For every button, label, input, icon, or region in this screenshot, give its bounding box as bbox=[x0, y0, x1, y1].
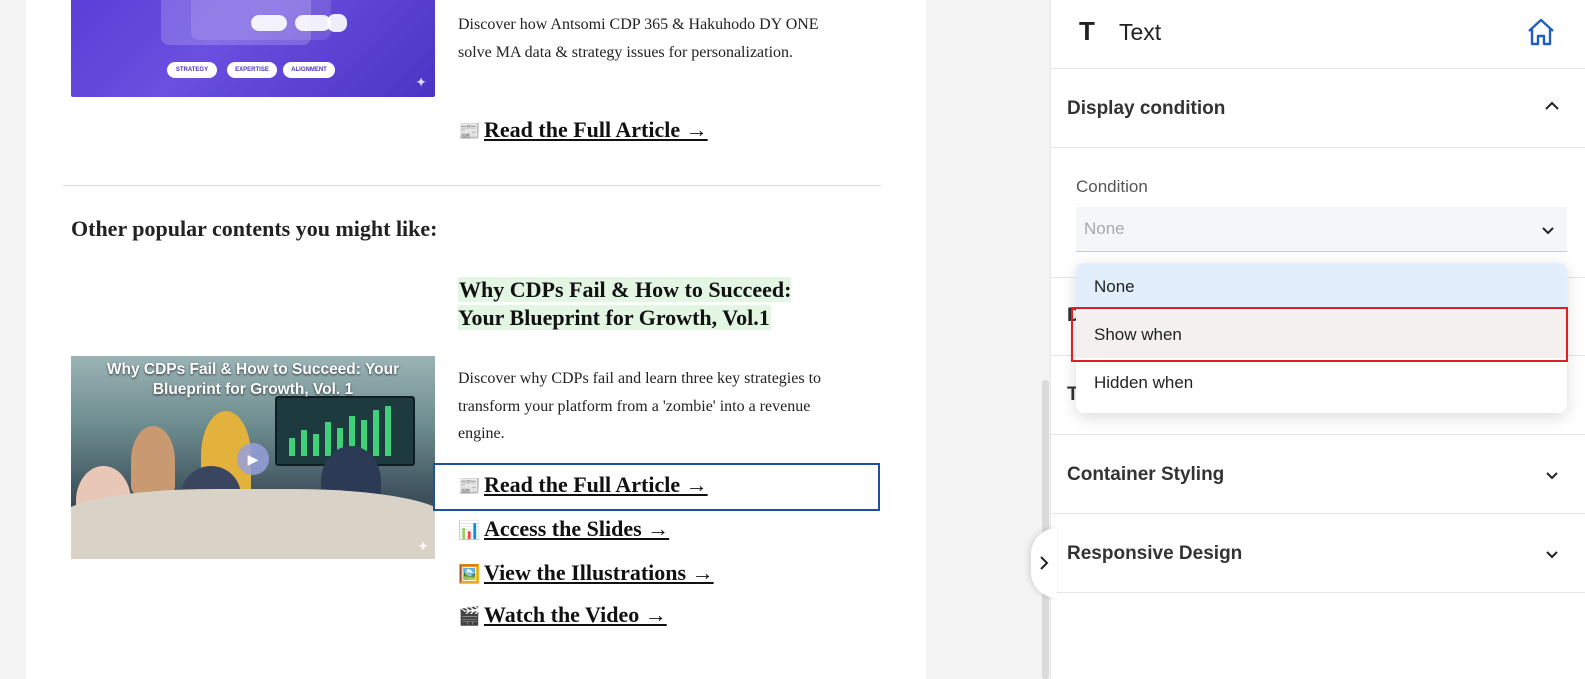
view-illustrations-link[interactable]: 🖼️ View the Illustrations → bbox=[458, 560, 714, 586]
access-slides-link[interactable]: 📊 Access the Slides → bbox=[458, 516, 669, 542]
play-icon[interactable]: ▶ bbox=[237, 443, 269, 475]
chevron-down-icon bbox=[1542, 227, 1554, 235]
article-headline[interactable]: Why CDPs Fail & How to Succeed: Your Blu… bbox=[458, 276, 838, 332]
film-icon: 🎬 bbox=[458, 606, 481, 626]
newspaper-icon: 📰 bbox=[458, 476, 481, 496]
pill-2: EXPERTISE bbox=[235, 67, 269, 73]
picture-icon: 🖼️ bbox=[458, 564, 481, 584]
meeting-table bbox=[71, 489, 435, 559]
panel-title: Text bbox=[1119, 19, 1162, 45]
text-type-icon: T bbox=[1079, 16, 1095, 46]
condition-label: Condition bbox=[1076, 177, 1148, 196]
responsive-design-header[interactable]: Responsive Design bbox=[1051, 514, 1585, 593]
watch-video-link[interactable]: 🎬 Watch the Video → bbox=[458, 602, 667, 628]
article-image-top[interactable]: STRATEGY EXPERTISE ALIGNMENT ✦ bbox=[71, 0, 435, 97]
display-condition-label: Display condition bbox=[1067, 98, 1226, 119]
container-styling-label: Container Styling bbox=[1067, 464, 1225, 485]
display-condition-header[interactable]: Display condition bbox=[1051, 69, 1585, 148]
home-icon[interactable] bbox=[1525, 16, 1557, 48]
pill-3: ALIGNMENT bbox=[291, 67, 327, 73]
container-styling-header[interactable]: Container Styling bbox=[1051, 435, 1585, 514]
chevron-down-icon bbox=[1546, 472, 1558, 480]
newspaper-icon: 📰 bbox=[458, 121, 481, 141]
panel-header: T Text bbox=[1051, 0, 1585, 69]
article-top-read-link[interactable]: 📰 Read the Full Article → bbox=[458, 117, 708, 143]
email-canvas: STRATEGY EXPERTISE ALIGNMENT ✦ Discover … bbox=[26, 0, 926, 679]
condition-select[interactable]: None bbox=[1076, 207, 1567, 252]
bar-chart-icon: 📊 bbox=[458, 520, 481, 540]
condition-value: None bbox=[1084, 219, 1125, 238]
read-article-link[interactable]: 📰 Read the Full Article → bbox=[458, 472, 708, 498]
article-top-description: Discover how Antsomi CDP 365 & Hakuhodo … bbox=[458, 16, 819, 61]
divider bbox=[63, 185, 881, 186]
sparkle-icon: ✦ bbox=[417, 538, 429, 554]
image-caption: Why CDPs Fail & How to Succeed: Your Blu… bbox=[106, 361, 400, 398]
option-hidden-when[interactable]: Hidden when bbox=[1076, 359, 1567, 406]
chevron-right-icon bbox=[1040, 556, 1049, 570]
pill-1: STRATEGY bbox=[175, 67, 209, 73]
highlight-show-when bbox=[1071, 307, 1568, 362]
chevron-down-icon bbox=[1546, 551, 1558, 559]
chevron-up-icon bbox=[1545, 101, 1559, 110]
option-none[interactable]: None bbox=[1076, 263, 1567, 310]
responsive-design-label: Responsive Design bbox=[1067, 543, 1243, 564]
section-title: Other popular contents you might like: bbox=[71, 216, 438, 241]
article-main-description: Discover why CDPs fail and learn three k… bbox=[458, 370, 822, 442]
article-image-main[interactable]: Why CDPs Fail & How to Succeed: Your Blu… bbox=[71, 356, 435, 559]
sparkle-icon: ✦ bbox=[415, 74, 427, 90]
collapse-panel-button[interactable] bbox=[1031, 528, 1057, 598]
